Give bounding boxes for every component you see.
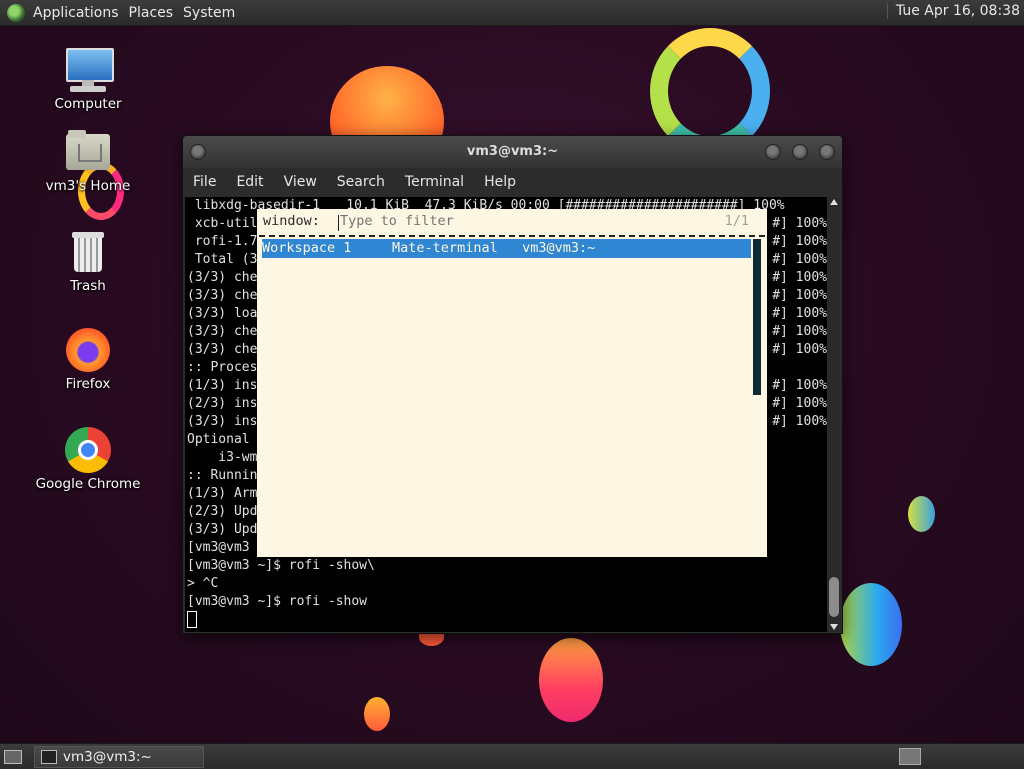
computer-icon — [64, 46, 114, 94]
terminal-line: Optional — [187, 432, 250, 447]
scroll-up-icon[interactable] — [830, 199, 838, 205]
terminal-line: (3/3) loa — [187, 306, 258, 321]
terminal-menubar: File Edit View Search Terminal Help — [183, 168, 842, 196]
close-icon[interactable] — [819, 144, 835, 160]
terminal-line: [vm3@vm3 — [187, 540, 250, 555]
terminal-progress-tail: #] 100% — [772, 216, 827, 231]
menu-search[interactable]: Search — [327, 174, 395, 190]
terminal-line: :: Proces — [187, 360, 258, 375]
desktop-icon-label: vm3's Home — [45, 178, 131, 194]
terminal-icon — [41, 750, 57, 764]
terminal-progress-tail: #] 100% — [772, 306, 827, 321]
minimize-icon[interactable] — [765, 144, 781, 160]
scrollbar-thumb[interactable] — [829, 577, 839, 617]
desktop-icon-chrome[interactable]: Google Chrome — [28, 426, 148, 492]
show-desktop-icon[interactable] — [4, 748, 22, 764]
terminal-progress-tail: #] 100% — [772, 288, 827, 303]
terminal-line: xcb-util — [187, 216, 258, 231]
top-panel: Applications Places System Tue Apr 16, 0… — [0, 0, 1024, 26]
desktop-icon-label: Firefox — [65, 376, 111, 392]
menu-file[interactable]: File — [183, 174, 226, 190]
terminal-line: (3/3) che — [187, 270, 258, 285]
terminal-line: [vm3@vm3 ~]$ rofi -show\ — [187, 558, 375, 573]
desktop-icon-computer[interactable]: Computer — [28, 46, 148, 112]
terminal-line: Total (3 — [187, 252, 258, 267]
terminal-progress-tail: #] 100% — [772, 234, 827, 249]
terminal-line: (3/3) ins — [187, 414, 258, 429]
menu-applications[interactable]: Applications — [31, 5, 127, 21]
window-menu-icon[interactable] — [190, 144, 206, 160]
rofi-match-count: 1/1 — [724, 213, 749, 229]
rofi-filter-input[interactable] — [340, 213, 640, 229]
terminal-line: (3/3) Upd — [187, 522, 258, 537]
terminal-progress-tail: #] 100% — [772, 252, 827, 267]
terminal-line: (3/3) che — [187, 324, 258, 339]
desktop-icon-label: Google Chrome — [35, 476, 141, 492]
rofi-prompt: window: — [263, 213, 320, 229]
trash-icon — [64, 228, 112, 276]
firefox-icon — [64, 326, 112, 374]
menu-help[interactable]: Help — [474, 174, 526, 190]
rofi-separator — [259, 235, 765, 237]
desktop-icon-label: Computer — [54, 96, 122, 112]
text-cursor — [187, 611, 197, 628]
terminal-scrollbar[interactable] — [828, 197, 840, 632]
window-title: vm3@vm3:~ — [466, 144, 559, 159]
terminal-progress-tail: #] 100% — [772, 270, 827, 285]
workspace-switcher[interactable] — [899, 748, 921, 765]
maximize-icon[interactable] — [792, 144, 808, 160]
mate-menu-icon[interactable] — [7, 3, 25, 22]
panel-clock[interactable]: Tue Apr 16, 08:38 — [886, 3, 1020, 19]
decor-orange-oval — [539, 638, 603, 722]
taskbar-button-terminal[interactable]: vm3@vm3:~ — [34, 746, 204, 768]
taskbar-button-label: vm3@vm3:~ — [63, 749, 152, 765]
menu-system[interactable]: System — [181, 5, 243, 21]
terminal-line: > ^C — [187, 576, 219, 591]
rofi-caret — [338, 215, 339, 231]
terminal-progress-tail: #] 100% — [772, 414, 827, 429]
terminal-progress-tail: #] 100% — [772, 378, 827, 393]
terminal-line: [vm3@vm3 ~]$ rofi -show — [187, 594, 368, 609]
scroll-down-icon[interactable] — [830, 624, 838, 630]
bottom-panel: vm3@vm3:~ — [0, 743, 1024, 769]
desktop-icon-firefox[interactable]: Firefox — [28, 326, 148, 392]
decor-small-orange — [364, 697, 390, 731]
terminal-progress-tail: #] 100% — [772, 396, 827, 411]
menu-terminal[interactable]: Terminal — [395, 174, 474, 190]
terminal-line: (3/3) che — [187, 342, 258, 357]
home-folder-icon — [64, 128, 112, 176]
desktop-icon-trash[interactable]: Trash — [28, 228, 148, 294]
terminal-line: i3-wm — [187, 450, 258, 465]
terminal-line: rofi-1.7 — [187, 234, 258, 249]
terminal-progress-tail: #] 100% — [772, 324, 827, 339]
menu-edit[interactable]: Edit — [226, 174, 273, 190]
terminal-line: (2/3) Upd — [187, 504, 258, 519]
rofi-window-switcher[interactable]: window: 1/1 Workspace 1 Mate-terminal vm… — [257, 209, 767, 557]
window-titlebar[interactable]: vm3@vm3:~ — [183, 136, 842, 168]
chrome-icon — [64, 426, 112, 474]
terminal-line: (2/3) ins — [187, 396, 258, 411]
desktop-icon-label: Trash — [70, 278, 106, 294]
terminal-cursor-line — [187, 611, 197, 629]
terminal-line: (1/3) Arm — [187, 486, 258, 501]
terminal-progress-tail: #] 100% — [772, 342, 827, 357]
desktop-icon-home[interactable]: vm3's Home — [28, 128, 148, 194]
terminal-line: :: Runnin — [187, 468, 258, 483]
menu-places[interactable]: Places — [127, 5, 182, 21]
rofi-entry-selected[interactable]: Workspace 1 Mate-terminal vm3@vm3:~ — [262, 239, 751, 258]
terminal-line: (1/3) ins — [187, 378, 258, 393]
decor-blue-oval — [908, 496, 935, 532]
decor-blue-blob — [840, 583, 902, 666]
rofi-scrollbar — [753, 239, 761, 395]
menu-view[interactable]: View — [274, 174, 327, 190]
terminal-line: (3/3) che — [187, 288, 258, 303]
